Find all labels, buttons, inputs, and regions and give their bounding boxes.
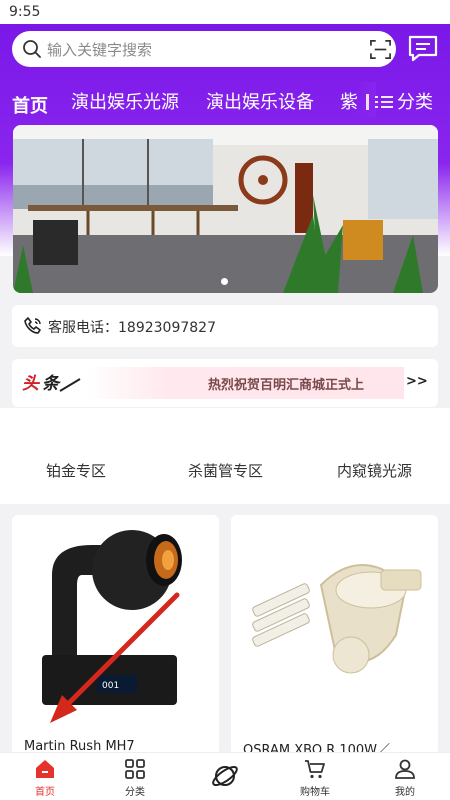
home-icon xyxy=(36,760,54,778)
svg-text:条: 条 xyxy=(42,374,61,394)
svg-text:001: 001 xyxy=(102,681,119,691)
nav-category-label: 分类 xyxy=(125,787,145,798)
search-bar[interactable]: 输入关键字搜索 xyxy=(12,31,396,67)
banner-carousel[interactable] xyxy=(13,125,438,293)
tab-entertainment-light[interactable]: 演出娱乐光源 xyxy=(71,88,179,114)
product-image-moving-head: 001 xyxy=(12,515,219,735)
headline-text[interactable]: 热烈祝贺百明汇商城正式上 xyxy=(208,374,364,393)
headline-more[interactable]: >> xyxy=(406,374,428,389)
nav-cart-label: 购物车 xyxy=(300,787,330,798)
bottom-navigation: 首页 分类 购物车 我的 xyxy=(0,752,450,800)
status-bar: 9:55 xyxy=(0,0,450,24)
menu-icon xyxy=(375,96,393,108)
nav-profile[interactable]: 我的 xyxy=(375,757,435,798)
service-hotline[interactable]: 客服电话：18923097827 xyxy=(12,305,438,347)
nav-discover[interactable] xyxy=(195,757,255,791)
category-tabs: 首页 演出娱乐光源 演出娱乐设备 紫 分类 xyxy=(0,82,450,122)
zone-links: 铂金专区 杀菌管专区 内窥镜光源 xyxy=(0,408,450,504)
phone-icon xyxy=(24,317,41,334)
scan-icon[interactable] xyxy=(369,38,392,61)
planet-icon xyxy=(212,765,238,787)
nav-home-label: 首页 xyxy=(35,787,55,798)
grid-icon xyxy=(125,759,145,779)
search-icon xyxy=(23,40,41,58)
tab-home[interactable]: 首页 xyxy=(12,92,48,118)
search-placeholder: 输入关键字搜索 xyxy=(47,41,153,59)
zone-platinum[interactable]: 铂金专区 xyxy=(46,460,106,481)
status-time: 9:55 xyxy=(9,4,41,20)
cart-icon xyxy=(305,760,325,779)
banner-image xyxy=(13,125,438,293)
category-label: 分类 xyxy=(397,92,433,113)
product-image-lamp xyxy=(231,515,438,735)
nav-category[interactable]: 分类 xyxy=(105,757,165,798)
divider xyxy=(366,94,369,110)
message-icon[interactable] xyxy=(407,34,439,64)
product-card[interactable]: 001 Martin Rush MH7 xyxy=(12,515,219,755)
headline-logo: 头 条 xyxy=(22,374,81,394)
zone-endoscope-light[interactable]: 内窥镜光源 xyxy=(337,460,412,481)
tab-entertainment-equipment[interactable]: 演出娱乐设备 xyxy=(206,88,314,114)
service-phone-text: 客服电话：18923097827 xyxy=(48,320,216,336)
user-icon xyxy=(395,759,415,779)
news-ticker[interactable]: 头 条 热烈祝贺百明汇商城正式上 >> xyxy=(12,359,438,407)
nav-home[interactable]: 首页 xyxy=(15,757,75,798)
svg-text:头: 头 xyxy=(22,374,41,394)
zone-germicidal[interactable]: 杀菌管专区 xyxy=(188,460,263,481)
nav-profile-label: 我的 xyxy=(395,787,415,798)
carousel-indicator[interactable] xyxy=(221,278,228,285)
product-card[interactable]: OSRAM XBO R 100W／ xyxy=(231,515,438,755)
nav-cart[interactable]: 购物车 xyxy=(285,757,345,798)
category-button[interactable]: 分类 xyxy=(366,88,433,114)
